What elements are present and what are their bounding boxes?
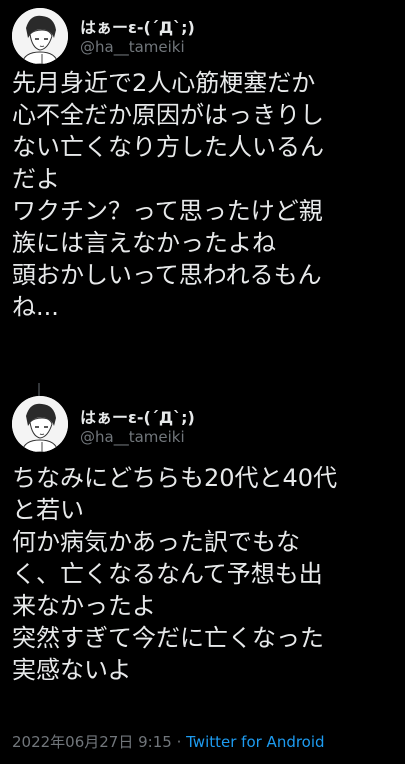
tweet-meta: 2022年06月27日 9:15 · Twitter for Android xyxy=(12,731,325,752)
tweet-text-line: ワクチン？って思ったけど親 xyxy=(12,197,323,225)
tweet-text-line: ね... xyxy=(12,293,59,321)
thread-connector xyxy=(38,383,40,397)
tweet-text-line: く、亡くなるなんて予想も出 xyxy=(12,560,323,588)
tweet-text-line: 突然すぎて今だに亡くなった xyxy=(12,624,324,652)
tweet-text-line: 実感ないよ xyxy=(12,656,132,684)
tweet-text-line: 何か病気かあった訳でもな xyxy=(12,528,300,556)
tweet-text-line: だよ xyxy=(12,165,60,193)
tweet-text-line: ちなみにどちらも20代と40代 xyxy=(12,464,338,492)
tweet-text-line: と若い xyxy=(12,496,84,524)
display-name[interactable]: はぁーε-(´Д`;) xyxy=(80,404,195,428)
tweet-text: 先月身近で2人心筋梗塞だか 心不全だか原因がはっきりし ない亡くなり方した人いる… xyxy=(12,67,397,323)
meta-separator: · xyxy=(171,733,187,751)
tweet-text-line: 族には言えなかったよね xyxy=(12,229,276,257)
tweet-text-line: 来なかったよ xyxy=(12,592,156,620)
timestamp[interactable]: 2022年06月27日 9:15 xyxy=(12,733,172,751)
tweet-text-line: 心不全だか原因がはっきりし xyxy=(12,101,324,129)
display-name[interactable]: はぁーε-(´Д`;) xyxy=(80,14,195,38)
avatar[interactable] xyxy=(12,396,68,452)
source-link[interactable]: Twitter for Android xyxy=(186,733,324,751)
user-handle[interactable]: @ha__tameiki xyxy=(80,38,185,56)
tweet-text-line: ない亡くなり方した人いるん xyxy=(12,133,324,161)
avatar[interactable] xyxy=(12,8,68,64)
tweet-text-line: 先月身近で2人心筋梗塞だか xyxy=(12,69,316,97)
tweet-text-line: 頭おかしいって思われるもん xyxy=(12,261,322,289)
user-handle[interactable]: @ha__tameiki xyxy=(80,428,185,446)
tweet-text: ちなみにどちらも20代と40代 と若い 何か病気かあった訳でもな く、亡くなるな… xyxy=(12,462,397,686)
